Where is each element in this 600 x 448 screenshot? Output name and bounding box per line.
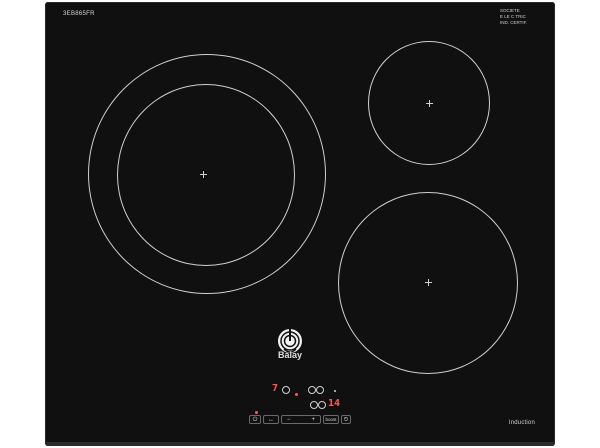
certification-label: SOCIETE E LE C TRIC IND. CERTIF. <box>500 8 534 26</box>
small-top-right-zone-center-mark <box>426 100 433 107</box>
minus-button[interactable]: − <box>287 416 291 424</box>
power-icon: ⏻ <box>252 417 258 423</box>
zone-select-button[interactable]: ↔ <box>263 415 279 424</box>
balay-logo-icon <box>278 329 302 353</box>
plus-button[interactable]: + <box>311 416 315 424</box>
hob-frame-edge <box>45 442 555 446</box>
slider-control[interactable]: − + <box>281 415 321 424</box>
induction-label: Induction <box>508 420 535 426</box>
model-number: 3EB865FR <box>63 11 95 17</box>
medium-bottom-right-zone-center-mark <box>425 279 432 286</box>
zone-select-dot[interactable] <box>334 390 336 392</box>
cert-line-3: IND. CERTIF. <box>500 20 528 25</box>
right-power-level-display: 14 <box>328 398 341 409</box>
induction-hob: 3EB865FR SOCIETE E LE C TRIC IND. CERTIF… <box>45 2 555 446</box>
zone-indicator-icon <box>282 386 290 394</box>
large-left-zone-center-mark <box>200 171 207 178</box>
brand-name: Balay <box>277 350 303 360</box>
red-indicator-dot <box>295 393 298 396</box>
zone-indicator-icon-2 <box>308 386 316 394</box>
zone-indicator-icon-3 <box>316 386 324 394</box>
boost-button[interactable]: boost <box>323 415 339 424</box>
left-power-level-display: 7 <box>272 383 279 394</box>
red-indicator-dot-2 <box>255 411 258 414</box>
timer-button[interactable]: ⏲ <box>341 415 351 424</box>
zone-indicator-icon-5 <box>318 401 326 409</box>
power-button[interactable]: ⏻ <box>249 415 261 424</box>
zone-indicator-icon-4 <box>310 401 318 409</box>
